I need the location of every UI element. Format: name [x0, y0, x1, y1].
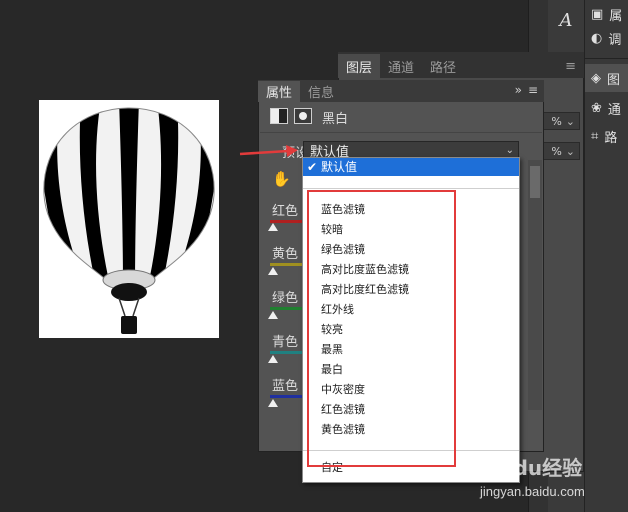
chevron-down-icon: ⌄: [505, 144, 514, 156]
hand-adjust-icon[interactable]: ✋: [272, 170, 291, 188]
dropdown-item-selected[interactable]: ✔ 默认值: [303, 158, 519, 176]
paths-icon: ⌗: [591, 128, 599, 144]
dock-item-label: 路: [604, 130, 618, 146]
chevron-down-icon: ⌄: [565, 114, 575, 128]
right-panel-dock: ▣ 属 ◐ 调 ◈ 图 ❀ 通 ⌗ 路: [584, 0, 628, 512]
dock-item-label: 图: [607, 72, 621, 88]
tab-paths[interactable]: 路径: [422, 54, 464, 78]
tab-layers[interactable]: 图层: [338, 54, 381, 78]
slider-thumb-cyan[interactable]: [268, 355, 278, 363]
panel-menu-icon[interactable]: ≡: [528, 83, 538, 97]
tab-properties[interactable]: 属性: [258, 81, 301, 102]
slider-track-yellow: [270, 263, 306, 266]
slider-label-yellow: 黄色: [272, 247, 299, 262]
slider-thumb-green[interactable]: [268, 311, 278, 319]
check-icon: ✔: [307, 160, 318, 174]
tab-channels[interactable]: 通道: [380, 54, 422, 78]
layers-panel-menu-icon[interactable]: ≡: [557, 54, 584, 78]
dock-item-adjustments[interactable]: ◐ 调: [585, 24, 628, 52]
watermark-url: jingyan.baidu.com: [480, 484, 585, 499]
dock-item-paths[interactable]: ⌗ 路: [585, 122, 628, 150]
layer-mask-icon[interactable]: [294, 108, 312, 124]
slider-label-blue: 蓝色: [272, 379, 299, 394]
document-canvas[interactable]: [39, 100, 219, 338]
opacity-value: %: [551, 114, 562, 128]
dock-item-label: 属: [609, 8, 623, 24]
slider-thumb-blue[interactable]: [268, 399, 278, 407]
properties-panel-controls: » ≡: [515, 83, 538, 97]
adjustments-icon: ◐: [591, 30, 603, 46]
black-white-adjustment-icon: [270, 108, 288, 124]
slider-thumb-yellow[interactable]: [268, 267, 278, 275]
watermark-brand: Baidu经验: [478, 456, 583, 480]
annotation-arrow-icon: [239, 145, 298, 157]
slider-thumb-red[interactable]: [268, 223, 278, 231]
watermark: Baidu经验 jingyan.baidu.com: [478, 448, 628, 512]
layers-icon: ◈: [591, 70, 601, 86]
properties-scrollbar-thumb[interactable]: [530, 166, 540, 198]
tab-info[interactable]: 信息: [300, 81, 342, 102]
slider-label-red: 红色: [272, 204, 299, 219]
dock-item-layers[interactable]: ◈ 图: [585, 64, 628, 92]
balloon-image: [43, 107, 215, 334]
slider-track-green: [270, 307, 306, 310]
annotation-highlight-box: [307, 190, 456, 467]
fill-value: %: [551, 144, 562, 158]
slider-track-cyan: [270, 351, 306, 354]
adjustment-title: 黑白: [322, 112, 349, 127]
dropdown-item-label: 默认值: [321, 160, 358, 174]
opacity-field[interactable]: % ⌄: [540, 112, 580, 130]
fill-field[interactable]: % ⌄: [540, 142, 580, 160]
collapse-icon[interactable]: »: [515, 83, 522, 97]
layers-panel-tabs: 图层 通道 路径 ≡: [338, 52, 584, 78]
properties-icon: ▣: [591, 6, 604, 22]
dock-item-label: 调: [608, 32, 622, 48]
character-icon[interactable]: A: [554, 10, 578, 34]
chevron-down-icon: ⌄: [565, 144, 575, 158]
slider-label-cyan: 青色: [272, 335, 299, 350]
slider-label-green: 绿色: [272, 291, 299, 306]
channels-icon: ❀: [591, 100, 602, 116]
properties-panel-tabs: 属性 信息 » ≡: [258, 80, 544, 102]
slider-track-blue: [270, 395, 306, 398]
dock-item-channels[interactable]: ❀ 通: [585, 94, 628, 122]
dock-item-label: 通: [607, 102, 621, 118]
